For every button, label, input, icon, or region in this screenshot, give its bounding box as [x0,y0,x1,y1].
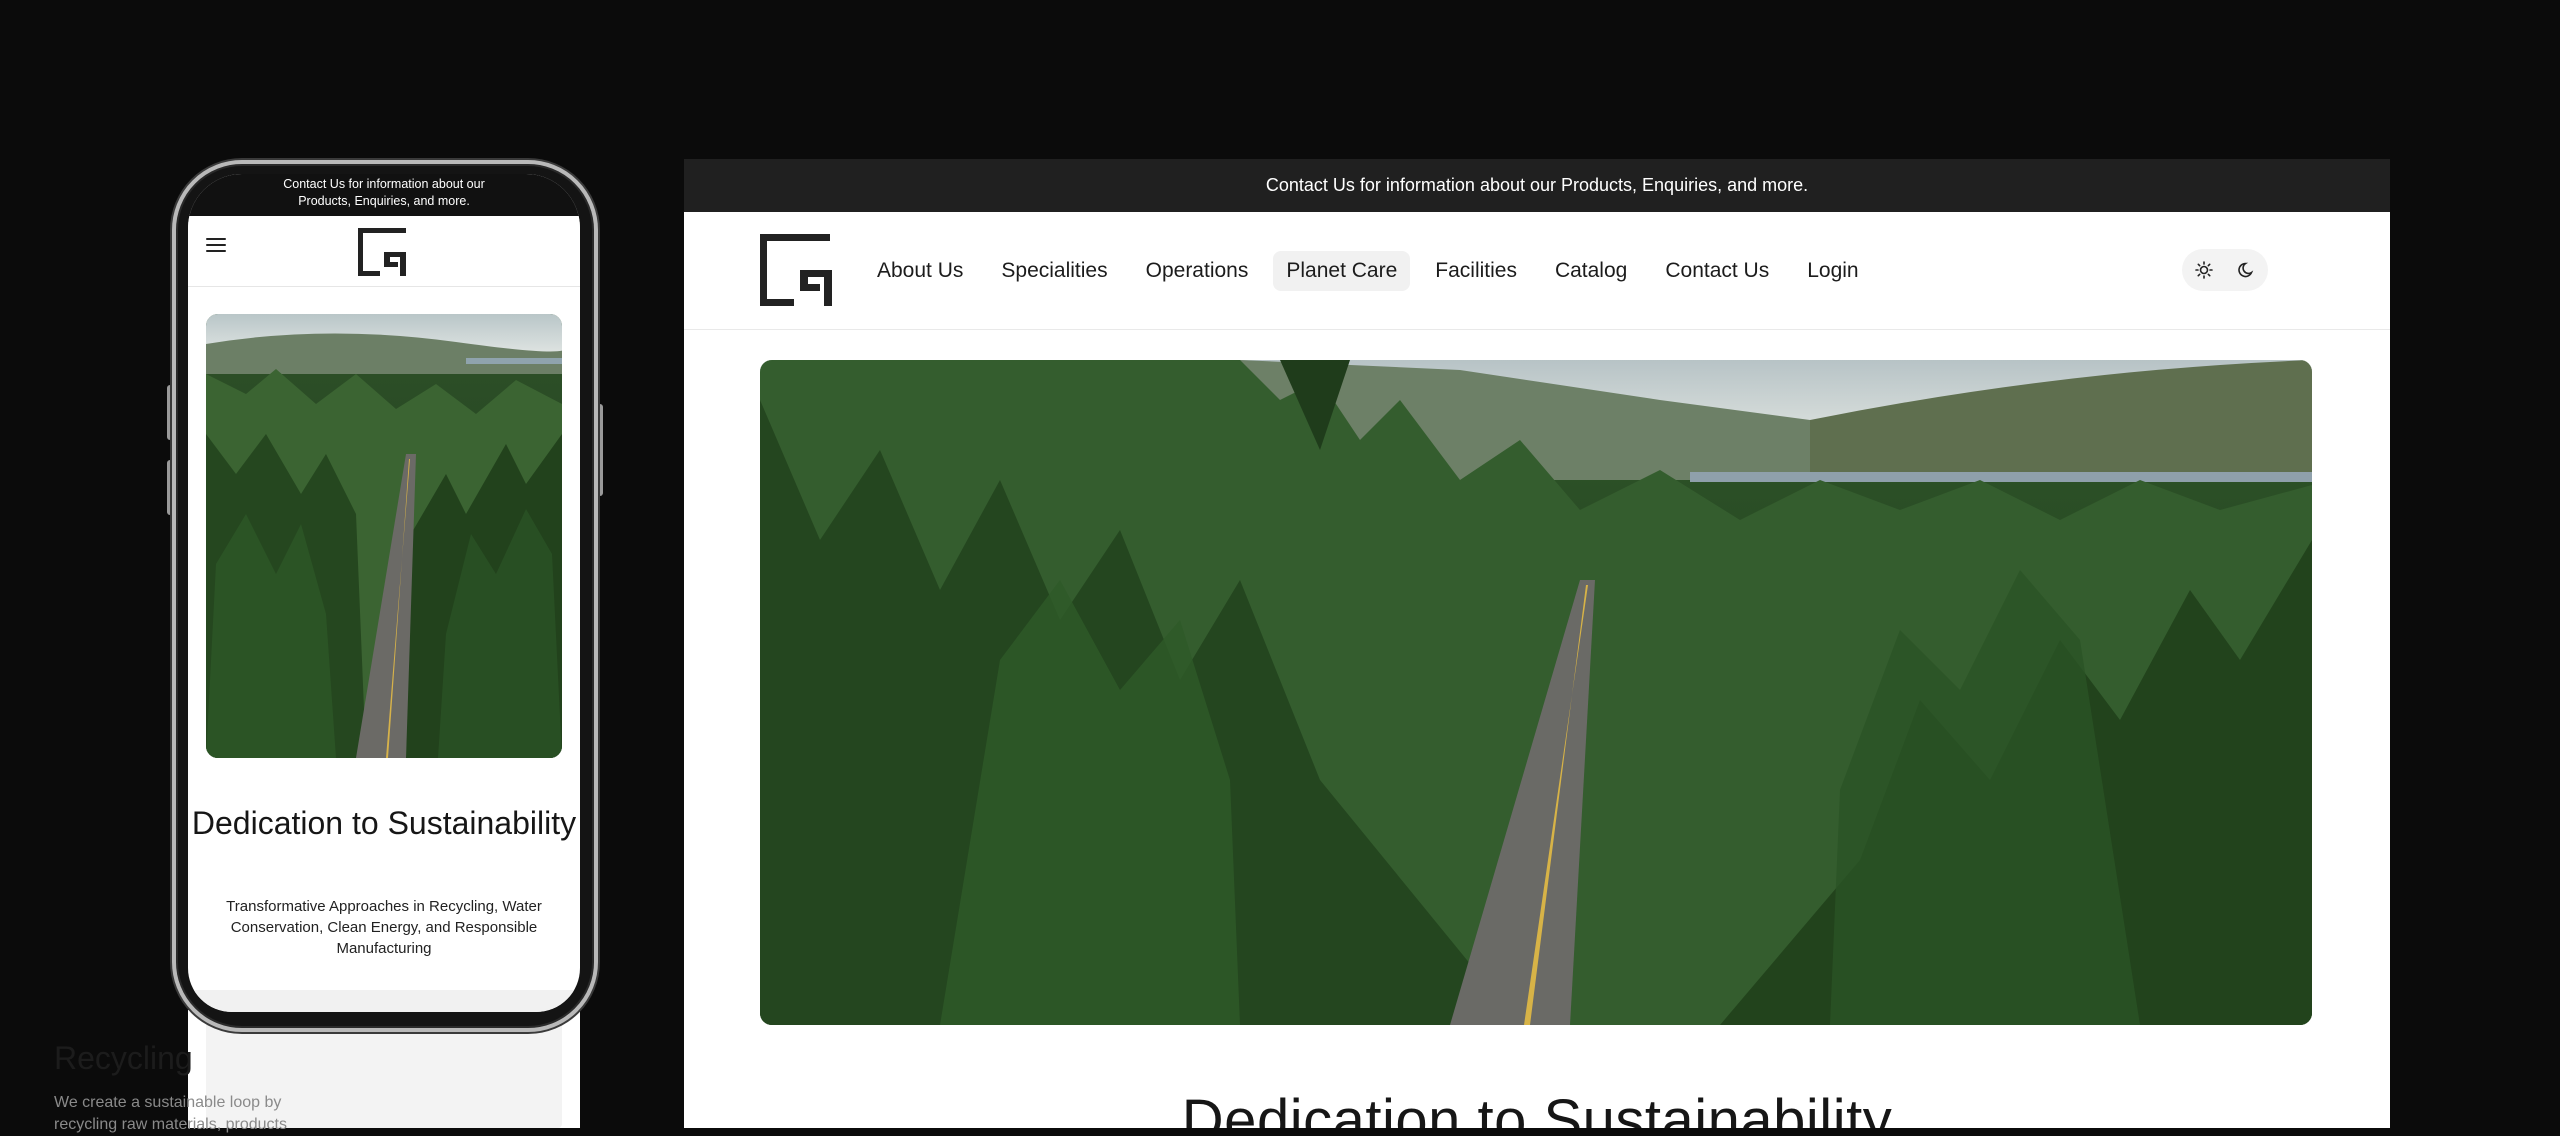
desktop-window: Contact Us for information about our Pro… [684,159,2390,1128]
nav-planet-care[interactable]: Planet Care [1273,250,1411,291]
sun-icon[interactable] [2193,259,2215,281]
hamburger-menu-icon[interactable] [206,238,226,254]
nav-operations[interactable]: Operations [1133,251,1262,291]
desktop-page-title: Dedication to Sustainability [1181,1088,1893,1128]
mobile-screen: Contact Us for information about our Pro… [188,174,580,1012]
desktop-announcement-text: Contact Us for information about our Pro… [1265,175,1809,195]
mobile-card-peek [188,990,580,1012]
nav-facilities[interactable]: Facilities [1422,251,1530,291]
mobile-recycling-card-text: We create a sustainable loop by recyclin… [54,1094,287,1133]
desktop-hero-image [760,360,2312,1025]
desktop-navbar: About Us Specialities Operations Planet … [684,212,2390,330]
mobile-announcement-text: Contact Us for information about our Pro… [283,177,485,208]
brand-logo-icon[interactable] [758,232,834,308]
theme-toggle[interactable] [2182,249,2268,291]
moon-icon[interactable] [2236,259,2258,281]
mobile-page-title: Dedication to Sustainability [191,805,577,841]
brand-logo-icon[interactable] [354,224,410,280]
nav-catalog[interactable]: Catalog [1542,251,1640,291]
mobile-recycling-card-title: Recycling [54,1040,193,1076]
mobile-page-subtitle: Transformative Approaches in Recycling, … [226,898,542,957]
nav-specialities[interactable]: Specialities [988,251,1120,291]
mobile-hero-image [206,314,562,758]
mobile-announcement-bar: Contact Us for information about our Pro… [188,174,580,216]
nav-about-us[interactable]: About Us [864,251,976,291]
desktop-announcement-bar: Contact Us for information about our Pro… [684,159,2390,212]
nav-contact-us[interactable]: Contact Us [1652,251,1782,291]
desktop-nav-links: About Us Specialities Operations Planet … [864,212,1884,329]
mobile-navbar [188,216,580,287]
nav-login[interactable]: Login [1794,251,1871,291]
